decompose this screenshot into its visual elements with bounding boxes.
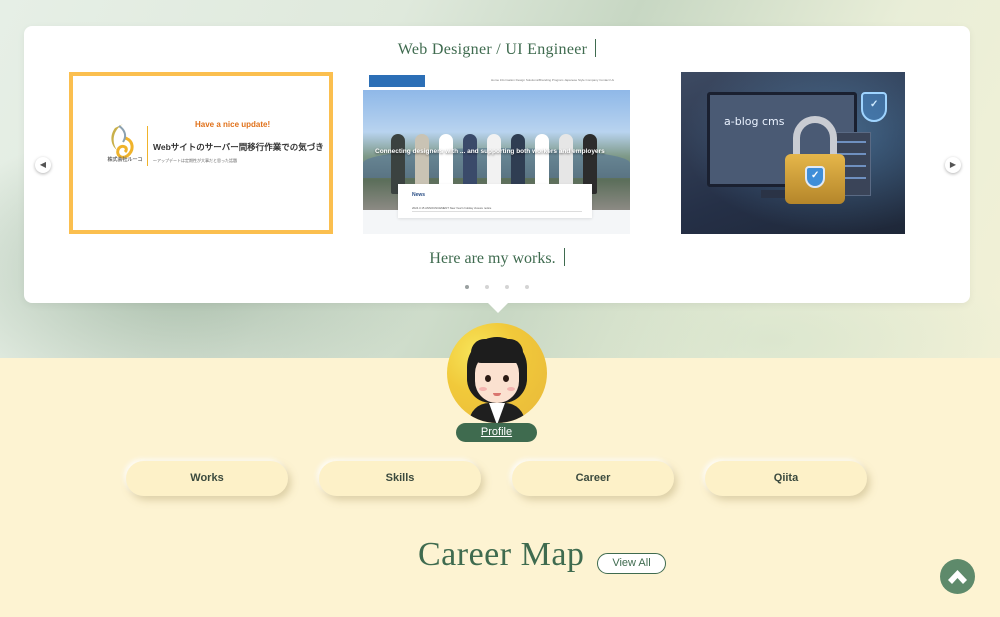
pagination-dot[interactable] bbox=[505, 285, 509, 289]
carousel-slide-2[interactable]: Home Information Design Solutions/Brandi… bbox=[363, 72, 630, 234]
company-name: 株式会社ルーコ bbox=[107, 157, 143, 163]
shield-icon: ✓ bbox=[861, 92, 887, 122]
hero-headline: Web Designer / UI Engineer bbox=[24, 39, 970, 59]
news-row: 2024.3.15 ANNOUNCEMENT New Year's holida… bbox=[412, 206, 492, 210]
server-light bbox=[836, 141, 866, 143]
profile-link[interactable]: Profile bbox=[456, 423, 537, 442]
check-icon: ✓ bbox=[811, 170, 820, 181]
carousel-slide-1[interactable]: 株式会社ルーコ Have a nice update! Webサイトのサーバー間… bbox=[69, 72, 333, 234]
typing-caret bbox=[563, 248, 565, 266]
monitor-text: a-blog cms bbox=[724, 115, 785, 128]
news-box: News 2024.3.15 ANNOUNCEMENT New Year's h… bbox=[398, 184, 592, 218]
site-nav-links: Home Information Design Solutions/Brandi… bbox=[491, 78, 615, 82]
qiita-button[interactable]: Qiita bbox=[705, 461, 867, 496]
slide-eyebrow: Have a nice update! bbox=[195, 120, 271, 129]
chevron-up-icon bbox=[948, 570, 967, 584]
pagination-dot[interactable] bbox=[525, 285, 529, 289]
site-logo bbox=[369, 75, 425, 87]
divider bbox=[147, 126, 148, 166]
speech-pointer bbox=[487, 302, 509, 313]
carousel-prev-button[interactable]: ◀ bbox=[35, 157, 51, 173]
divider bbox=[412, 211, 582, 212]
slide-title: Webサイトのサーバー間移行作業での気づき bbox=[153, 142, 324, 152]
site-header-preview: Home Information Design Solutions/Brandi… bbox=[363, 72, 630, 90]
carousel-next-button[interactable]: ▶ bbox=[945, 157, 961, 173]
pagination-dot[interactable] bbox=[465, 285, 469, 289]
avatar-eye bbox=[503, 375, 509, 382]
hero-subheadline: Here are my works. bbox=[24, 248, 970, 268]
avatar-blush bbox=[479, 387, 487, 391]
view-all-button[interactable]: View All bbox=[597, 553, 666, 574]
avatar-blush bbox=[507, 387, 515, 391]
profile-avatar[interactable] bbox=[447, 323, 547, 423]
shield-icon: ✓ bbox=[805, 166, 825, 188]
skills-button[interactable]: Skills bbox=[319, 461, 481, 496]
career-button[interactable]: Career bbox=[512, 461, 674, 496]
news-title: News bbox=[412, 192, 426, 198]
carousel-slide-3[interactable]: a-blog cms ✓ ✓ bbox=[681, 72, 905, 234]
typing-caret bbox=[595, 39, 597, 57]
avatar-bangs bbox=[471, 339, 523, 363]
back-to-top-button[interactable] bbox=[940, 559, 975, 594]
avatar-eye bbox=[485, 375, 491, 382]
pagination-dot[interactable] bbox=[485, 285, 489, 289]
works-button[interactable]: Works bbox=[126, 461, 288, 496]
hero-overlay-text: Connecting designers with ... and suppor… bbox=[375, 148, 605, 155]
career-map-title: Career Map bbox=[418, 536, 585, 573]
slide-subtitle: ～アップデートは定期性が大事だと思った話題 bbox=[153, 158, 237, 163]
check-icon: ✓ bbox=[870, 99, 879, 110]
carousel-pagination bbox=[24, 276, 970, 294]
works-carousel-card: Web Designer / UI Engineer ◀ ▶ 株式会社ルーコ H… bbox=[24, 26, 970, 303]
